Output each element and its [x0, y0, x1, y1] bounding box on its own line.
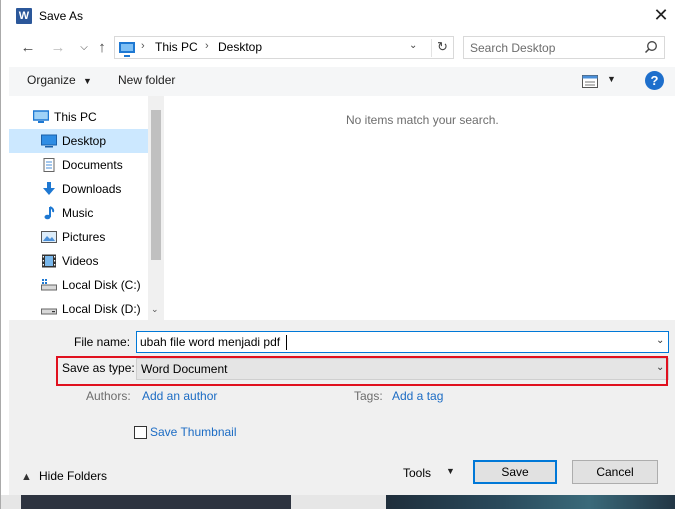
recent-locations-chevron-icon[interactable]: ⌵ — [74, 38, 94, 58]
sidebar-item-local-disk-c[interactable]: Local Disk (C:) — [9, 273, 148, 297]
file-name-label: File name: — [74, 335, 131, 349]
scroll-down-arrow-icon[interactable]: ⌄ — [151, 304, 159, 315]
music-icon — [44, 206, 55, 220]
background-photo — [386, 495, 675, 509]
search-icon[interactable] — [644, 40, 658, 54]
text-caret — [286, 335, 287, 350]
documents-icon — [43, 158, 55, 172]
help-icon[interactable]: ? — [645, 71, 664, 90]
disk-d-icon — [41, 308, 57, 315]
add-author-link[interactable]: Add an author — [142, 389, 217, 403]
chevron-down-icon: ▼ — [83, 76, 92, 86]
pictures-icon — [41, 231, 57, 243]
sidebar-item-label: Local Disk (C:) — [62, 278, 141, 292]
file-name-field[interactable]: ubah file word menjadi pdf ⌄ — [136, 331, 669, 353]
organize-button[interactable]: Organize ▼ — [27, 73, 92, 87]
breadcrumb-separator: › — [141, 40, 145, 52]
close-icon[interactable]: ✕ — [649, 4, 673, 28]
sidebar-item-label: Videos — [62, 254, 99, 268]
sidebar-item-videos[interactable]: Videos — [9, 249, 148, 273]
refresh-icon[interactable]: ↻ — [431, 39, 448, 57]
window-title: Save As — [39, 9, 84, 23]
chevron-up-icon[interactable]: ▲ — [21, 471, 32, 483]
empty-message: No items match your search. — [346, 113, 499, 127]
tools-dropdown-icon[interactable]: ▼ — [446, 466, 455, 476]
hide-folders-button[interactable]: Hide Folders — [39, 469, 107, 483]
new-folder-button[interactable]: New folder — [118, 73, 175, 87]
downloads-icon — [43, 182, 55, 195]
cancel-button[interactable]: Cancel — [572, 460, 658, 484]
save-options-panel: File name: ubah file word menjadi pdf ⌄ … — [9, 320, 675, 495]
chevron-down-icon[interactable]: ⌄ — [656, 335, 664, 346]
background-panel — [21, 495, 291, 509]
sidebar-item-label: Music — [62, 206, 94, 220]
save-as-dialog: W Save As ✕ ← → ⌵ ↑ › This PC › Desktop … — [0, 0, 675, 509]
command-bar: Organize ▼ New folder ▼ ? — [9, 67, 675, 96]
sidebar-item-label: Documents — [62, 158, 123, 172]
save-thumbnail-label[interactable]: Save Thumbnail — [150, 425, 237, 439]
title-bar: W Save As ✕ — [1, 0, 675, 32]
organize-label: Organize — [27, 73, 76, 87]
sidebar-item-documents[interactable]: Documents — [9, 153, 148, 177]
file-list-area[interactable]: No items match your search. — [164, 96, 675, 320]
this-pc-icon — [119, 42, 135, 57]
save-thumbnail-checkbox[interactable] — [134, 426, 147, 439]
disk-c-icon — [41, 279, 57, 291]
word-app-icon: W — [16, 8, 32, 24]
forward-arrow-icon[interactable]: → — [48, 38, 68, 58]
sidebar-item-label: Local Disk (D:) — [62, 302, 141, 316]
sidebar-item-pictures[interactable]: Pictures — [9, 225, 148, 249]
add-tag-link[interactable]: Add a tag — [392, 389, 443, 403]
breadcrumb-separator: › — [205, 40, 209, 52]
sidebar-item-music[interactable]: Music — [9, 201, 148, 225]
authors-label: Authors: — [86, 389, 131, 403]
sidebar-item-label: Desktop — [62, 134, 107, 148]
search-input[interactable] — [468, 39, 638, 56]
change-view-icon[interactable] — [582, 75, 598, 88]
videos-icon — [42, 254, 56, 268]
highlight-box — [56, 356, 668, 386]
tags-label: Tags: — [354, 389, 383, 403]
pc-icon — [33, 110, 49, 123]
search-box — [463, 36, 665, 59]
nav-scrollbar-thumb[interactable] — [151, 110, 161, 260]
back-arrow-icon[interactable]: ← — [18, 38, 38, 58]
breadcrumb-this-pc[interactable]: This PC — [155, 40, 198, 54]
up-arrow-icon[interactable]: ↑ — [92, 38, 112, 58]
sidebar-item-label: Pictures — [62, 230, 106, 244]
sidebar-item-desktop[interactable]: Desktop — [9, 129, 148, 153]
file-name-value: ubah file word menjadi pdf — [140, 335, 281, 349]
sidebar-item-label: Downloads — [62, 182, 122, 196]
sidebar-item-this-pc[interactable]: This PC — [9, 105, 148, 129]
sidebar-item-downloads[interactable]: Downloads — [9, 177, 148, 201]
address-bar[interactable]: › This PC › Desktop ⌄ ↻ — [114, 36, 454, 59]
breadcrumb-desktop[interactable]: Desktop — [218, 40, 262, 54]
sidebar-item-local-disk-d[interactable]: Local Disk (D:) — [9, 297, 148, 321]
view-options-dropdown-icon[interactable]: ▼ — [607, 74, 616, 84]
sidebar-item-label: This PC — [54, 110, 97, 124]
navigation-pane: This PC Desktop Documents Downloads Musi… — [9, 96, 164, 320]
chevron-down-icon[interactable]: ⌄ — [409, 40, 417, 51]
desktop-icon — [41, 134, 57, 148]
tools-button[interactable]: Tools — [403, 466, 431, 480]
save-button[interactable]: Save — [473, 460, 557, 484]
